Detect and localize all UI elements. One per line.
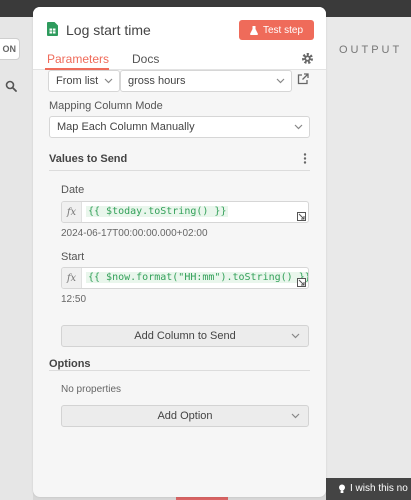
- no-properties-text: No properties: [61, 384, 122, 395]
- start-result: 12:50: [61, 294, 87, 305]
- test-step-label: Test step: [262, 24, 304, 36]
- gear-icon[interactable]: [301, 52, 314, 65]
- start-expression: {{ $now.format("HH:mm").toString() }}: [86, 272, 308, 283]
- fx-icon: fx: [62, 268, 82, 288]
- mapping-value: Map Each Column Manually: [57, 121, 195, 133]
- sheet-mode-value: From list: [56, 75, 99, 87]
- sheet-value-select[interactable]: gross hours: [120, 70, 292, 92]
- date-result: 2024-06-17T00:00:00.000+02:00: [61, 228, 208, 239]
- start-expression-input[interactable]: fx {{ $now.format("HH:mm").toString() }}: [61, 267, 309, 289]
- sheet-value: gross hours: [128, 75, 186, 87]
- node-settings-panel: Log start time Test step Parameters Docs…: [33, 7, 326, 497]
- flask-icon: [249, 25, 258, 35]
- external-link-icon[interactable]: [297, 73, 309, 85]
- sheet-doc-icon: [47, 22, 58, 36]
- add-option-label: Add Option: [157, 410, 213, 422]
- date-expression-input[interactable]: fx {{ $today.toString() }}: [61, 201, 309, 223]
- node-title[interactable]: Log start time: [66, 22, 151, 38]
- sheet-mode-select[interactable]: From list: [48, 70, 120, 92]
- date-expression: {{ $today.toString() }}: [86, 206, 229, 217]
- chevron-down-icon: [291, 413, 300, 419]
- panel-header: Log start time Test step Parameters Docs: [33, 7, 326, 70]
- tab-docs[interactable]: Docs: [132, 52, 159, 66]
- chevron-down-icon: [104, 78, 113, 84]
- mapping-select[interactable]: Map Each Column Manually: [49, 116, 310, 138]
- add-column-label: Add Column to Send: [134, 330, 236, 342]
- kebab-menu-icon[interactable]: [303, 153, 307, 164]
- lightbulb-icon: [339, 484, 345, 493]
- field-label-start: Start: [61, 251, 85, 263]
- mapping-label: Mapping Column Mode: [49, 100, 163, 112]
- canvas-bottom-left: [0, 487, 33, 500]
- tab-parameters[interactable]: Parameters: [47, 52, 109, 66]
- input-toggle-pill[interactable]: ON: [0, 38, 20, 60]
- feedback-link[interactable]: I wish this no: [338, 483, 408, 494]
- canvas-right-area: [326, 17, 411, 500]
- options-section-title: Options: [49, 358, 91, 370]
- chevron-down-icon: [291, 333, 300, 339]
- fx-icon: fx: [62, 202, 82, 222]
- chevron-down-icon: [294, 124, 303, 130]
- values-section-title: Values to Send: [49, 153, 128, 165]
- field-label-date: Date: [61, 184, 85, 196]
- chevron-down-icon: [276, 78, 285, 84]
- expand-icon[interactable]: [297, 278, 306, 287]
- test-step-button[interactable]: Test step: [239, 20, 314, 40]
- feedback-text: I wish this no: [350, 483, 408, 494]
- add-option-button[interactable]: Add Option: [61, 405, 309, 427]
- expand-icon[interactable]: [297, 212, 306, 221]
- section-divider: [49, 170, 310, 171]
- section-divider: [49, 370, 310, 371]
- add-column-button[interactable]: Add Column to Send: [61, 325, 309, 347]
- search-icon[interactable]: [5, 80, 17, 92]
- output-label: OUTPUT: [339, 44, 403, 56]
